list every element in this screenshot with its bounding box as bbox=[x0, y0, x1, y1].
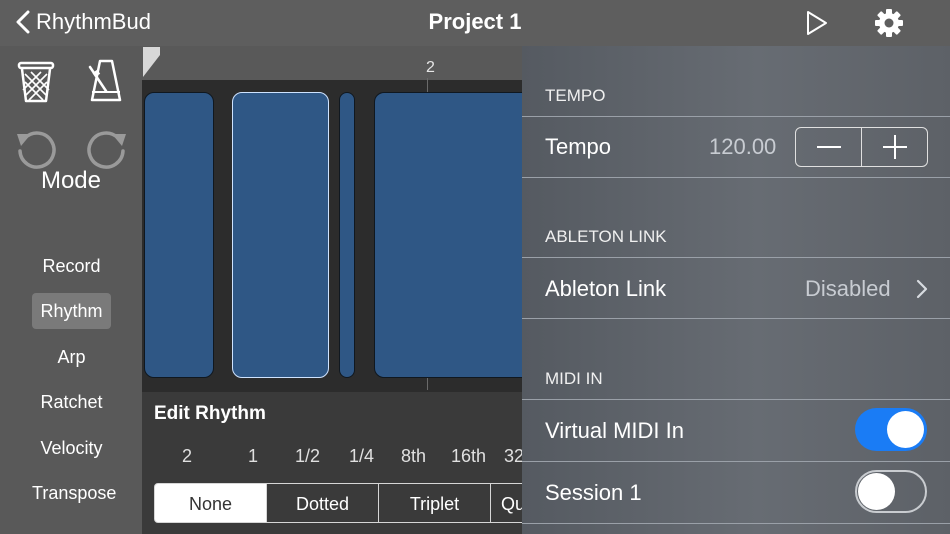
play-button[interactable] bbox=[805, 10, 829, 41]
gear-icon bbox=[875, 9, 903, 37]
minus-icon bbox=[816, 146, 841, 148]
duration-2[interactable]: 2 bbox=[182, 446, 192, 467]
back-button[interactable]: RhythmBud bbox=[16, 9, 151, 35]
session-toggle[interactable] bbox=[855, 470, 927, 513]
modifier-triplet[interactable]: Triplet bbox=[378, 483, 491, 523]
duration-8th[interactable]: 8th bbox=[401, 446, 426, 467]
virtual-midi-toggle[interactable] bbox=[855, 408, 927, 451]
modifier-dotted[interactable]: Dotted bbox=[266, 483, 379, 523]
tempo-stepper bbox=[795, 127, 928, 167]
back-button-label: RhythmBud bbox=[36, 9, 151, 34]
modifier-quintuplet[interactable]: Qu bbox=[490, 483, 523, 523]
rhythm-note-selected[interactable] bbox=[232, 92, 329, 378]
play-icon bbox=[807, 11, 827, 35]
session-label: Session 1 bbox=[545, 480, 642, 505]
toggle-knob bbox=[887, 411, 924, 448]
tempo-section-header: TEMPO bbox=[545, 86, 606, 105]
ableton-link-value: Disabled bbox=[805, 276, 891, 301]
tempo-increment-button[interactable] bbox=[862, 128, 927, 166]
duration-16th[interactable]: 16th bbox=[451, 446, 486, 467]
duration-half[interactable]: 1/2 bbox=[295, 446, 320, 467]
modifier-none[interactable]: None bbox=[154, 483, 267, 523]
ableton-link-section-header: ABLETON LINK bbox=[545, 227, 667, 246]
ruler-bar-number: 2 bbox=[426, 59, 435, 76]
settings-button[interactable] bbox=[873, 7, 905, 44]
mode-record[interactable]: Record bbox=[32, 248, 111, 284]
tempo-label: Tempo bbox=[545, 134, 612, 159]
rhythm-modifier-control: None Dotted Triplet Qu bbox=[154, 483, 523, 523]
rhythm-note[interactable] bbox=[374, 92, 534, 378]
trash-button[interactable] bbox=[17, 60, 55, 109]
metronome-icon bbox=[88, 59, 122, 102]
mode-velocity[interactable]: Velocity bbox=[32, 430, 111, 466]
tempo-decrement-button[interactable] bbox=[796, 128, 861, 166]
duration-1[interactable]: 1 bbox=[248, 446, 258, 467]
midi-in-section-header: MIDI IN bbox=[545, 369, 603, 388]
ableton-link-label: Ableton Link bbox=[545, 276, 667, 301]
mode-rhythm[interactable]: Rhythm bbox=[32, 293, 111, 329]
playhead-marker[interactable] bbox=[143, 47, 161, 79]
chevron-right-icon bbox=[916, 279, 928, 299]
duration-quarter[interactable]: 1/4 bbox=[349, 446, 374, 467]
timeline-ruler[interactable] bbox=[142, 46, 523, 80]
mode-transpose[interactable]: Transpose bbox=[32, 475, 116, 511]
trash-icon bbox=[17, 61, 55, 103]
rhythm-note[interactable] bbox=[339, 92, 355, 378]
chevron-left-icon bbox=[16, 10, 30, 34]
virtual-midi-label: Virtual MIDI In bbox=[545, 418, 684, 443]
toggle-knob bbox=[858, 473, 895, 510]
navigation-bar: RhythmBud Project 1 bbox=[0, 0, 950, 46]
metronome-button[interactable] bbox=[88, 58, 124, 109]
mode-title: Mode bbox=[40, 167, 102, 194]
tempo-value: 120.00 bbox=[709, 134, 777, 159]
edit-rhythm-title: Edit Rhythm bbox=[154, 403, 266, 424]
rhythm-note[interactable] bbox=[144, 92, 214, 378]
mode-arp[interactable]: Arp bbox=[32, 339, 111, 375]
plus-icon bbox=[882, 135, 907, 159]
mode-ratchet[interactable]: Ratchet bbox=[32, 384, 111, 420]
